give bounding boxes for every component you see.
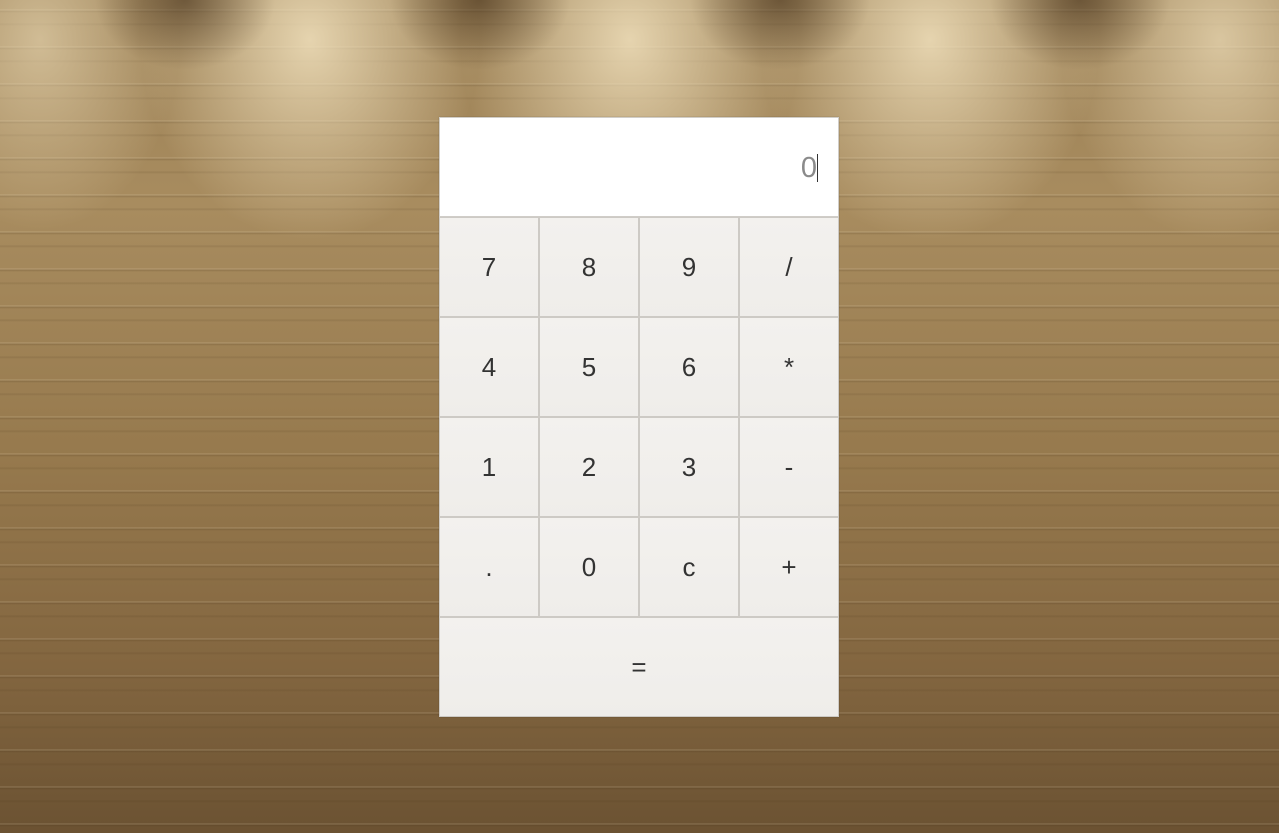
key-6[interactable]: 6 bbox=[639, 317, 739, 417]
key-clear[interactable]: c bbox=[639, 517, 739, 617]
key-decimal[interactable]: . bbox=[439, 517, 539, 617]
key-multiply[interactable]: * bbox=[739, 317, 839, 417]
key-8[interactable]: 8 bbox=[539, 217, 639, 317]
calculator-display[interactable]: 0 bbox=[439, 117, 839, 217]
display-value: 0 bbox=[800, 152, 817, 184]
text-cursor bbox=[817, 154, 818, 182]
key-4[interactable]: 4 bbox=[439, 317, 539, 417]
key-9[interactable]: 9 bbox=[639, 217, 739, 317]
key-equals[interactable]: = bbox=[439, 617, 839, 717]
key-add[interactable]: + bbox=[739, 517, 839, 617]
key-0[interactable]: 0 bbox=[539, 517, 639, 617]
key-1[interactable]: 1 bbox=[439, 417, 539, 517]
key-subtract[interactable]: - bbox=[739, 417, 839, 517]
key-7[interactable]: 7 bbox=[439, 217, 539, 317]
key-5[interactable]: 5 bbox=[539, 317, 639, 417]
key-2[interactable]: 2 bbox=[539, 417, 639, 517]
calculator: 0 7 8 9 / 4 5 6 * 1 2 3 - . 0 c + = bbox=[439, 117, 839, 717]
key-divide[interactable]: / bbox=[739, 217, 839, 317]
keypad: 7 8 9 / 4 5 6 * 1 2 3 - . 0 c + = bbox=[439, 217, 839, 717]
key-3[interactable]: 3 bbox=[639, 417, 739, 517]
